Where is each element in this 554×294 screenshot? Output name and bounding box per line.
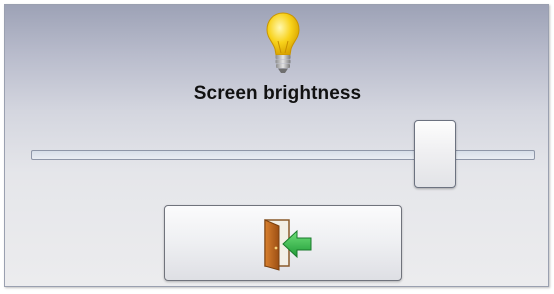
brightness-slider[interactable] bbox=[31, 119, 537, 191]
exit-button[interactable] bbox=[164, 205, 402, 281]
dialog-title: Screen brightness bbox=[193, 83, 362, 104]
brightness-dialog: Screen brightness bbox=[4, 4, 549, 287]
exit-door-icon bbox=[264, 219, 312, 271]
slider-track[interactable] bbox=[31, 150, 535, 160]
slider-thumb[interactable] bbox=[414, 120, 456, 188]
lightbulb-icon bbox=[266, 12, 300, 73]
